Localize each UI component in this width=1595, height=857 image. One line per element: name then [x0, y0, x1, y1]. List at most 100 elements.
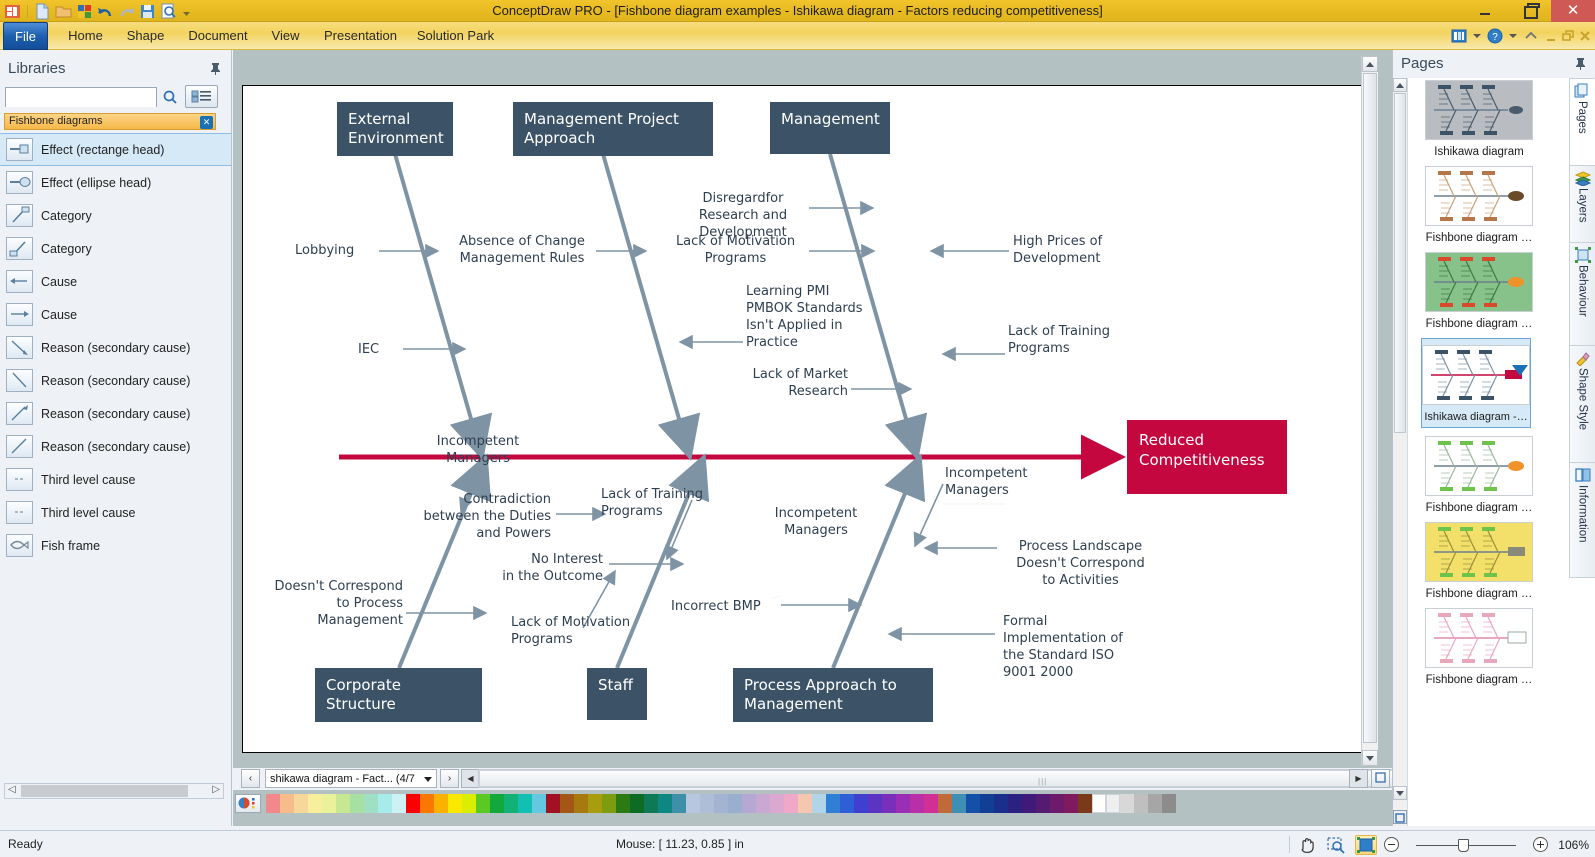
palette-swatch[interactable]	[980, 794, 994, 813]
search-icon[interactable]	[161, 87, 179, 107]
print-preview-icon[interactable]	[160, 3, 177, 20]
prev-page-button[interactable]: ‹	[241, 769, 260, 788]
scrollbar-thumb[interactable]	[21, 785, 188, 797]
page-thumbnail-3[interactable]: Ishikawa diagram -…	[1421, 338, 1531, 428]
pages-vertical-scrollbar[interactable]	[1393, 78, 1408, 826]
dock-tab-behaviour[interactable]: Behaviour	[1569, 242, 1595, 346]
palette-swatch[interactable]	[896, 794, 910, 813]
lbl-lack-training-bottom[interactable]: Lack of Training Programs	[601, 486, 721, 520]
palette-swatch[interactable]	[308, 794, 322, 813]
help-caret-icon[interactable]	[1509, 34, 1517, 38]
page-thumbnail-4[interactable]: Fishbone diagram …	[1409, 436, 1549, 514]
lbl-incompetent-2[interactable]: Incompetent Managers	[761, 505, 871, 539]
save-icon[interactable]	[139, 3, 156, 20]
color-picker-button[interactable]	[235, 794, 261, 813]
palette-swatch[interactable]	[1092, 794, 1106, 813]
palette-swatch[interactable]	[686, 794, 700, 813]
palette-swatch[interactable]	[280, 794, 294, 813]
palette-swatch[interactable]	[532, 794, 546, 813]
pages-view-toggle-button[interactable]	[1393, 810, 1407, 824]
page-thumbnail-6[interactable]: Fishbone diagram …	[1409, 608, 1549, 686]
document-page[interactable]: External Environment Management Project A…	[242, 85, 1369, 753]
chevron-down-icon[interactable]	[424, 777, 432, 782]
palette-swatch[interactable]	[1022, 794, 1036, 813]
libraries-pin-icon[interactable]	[210, 62, 221, 78]
cat-staff[interactable]: Staff	[587, 668, 647, 720]
cat-corporate-structure[interactable]: Corporate Structure	[315, 668, 482, 722]
palette-swatch[interactable]	[616, 794, 630, 813]
palette-swatch[interactable]	[728, 794, 742, 813]
lbl-doesnt-correspond-process[interactable]: Doesn't Correspond to Process Management	[253, 578, 403, 629]
palette-swatch[interactable]	[364, 794, 378, 813]
library-item-reason-secondary-cause[interactable]: Reason (secondary cause)	[0, 331, 231, 364]
lbl-lack-training-top[interactable]: Lack of Training Programs	[1008, 323, 1133, 357]
zoom-slider[interactable]	[1406, 837, 1526, 853]
lbl-process-landscape[interactable]: Process Landscape Doesn't Correspond to …	[1003, 538, 1158, 589]
palette-swatch[interactable]	[756, 794, 770, 813]
tab-home[interactable]: Home	[58, 22, 113, 50]
palette-swatch[interactable]	[868, 794, 882, 813]
lbl-absence-of-change[interactable]: Absence of Change Management Rules	[452, 233, 592, 267]
search-input[interactable]	[6, 89, 156, 107]
page-thumbnail-2[interactable]: Fishbone diagram …	[1409, 252, 1549, 330]
palette-swatch[interactable]	[1050, 794, 1064, 813]
dock-tab-layers[interactable]: Layers	[1569, 165, 1595, 243]
palette-swatch[interactable]	[644, 794, 658, 813]
scroll-down-button[interactable]	[1393, 786, 1407, 800]
palette-swatch[interactable]	[420, 794, 434, 813]
library-tab-fishbone-diagrams[interactable]: Fishbone diagrams ✕	[4, 113, 216, 130]
palette-swatch[interactable]	[350, 794, 364, 813]
scrollbar-thumb[interactable]	[1363, 73, 1377, 743]
scroll-right-icon[interactable]: ▷	[212, 784, 220, 795]
scroll-tabs-right-button[interactable]: ▶	[1349, 769, 1368, 788]
minimize-button[interactable]	[1463, 0, 1507, 22]
palette-swatch[interactable]	[1134, 794, 1148, 813]
solution-park-icon[interactable]	[76, 3, 93, 20]
palette-swatch[interactable]	[476, 794, 490, 813]
palette-swatch[interactable]	[336, 794, 350, 813]
palette-swatch[interactable]	[966, 794, 980, 813]
lbl-lobbying[interactable]: Lobbying	[295, 242, 375, 259]
library-item-effect-ellipse-head[interactable]: Effect (ellipse head)	[0, 166, 231, 199]
palette-swatch[interactable]	[882, 794, 896, 813]
page-selector[interactable]: shikawa diagram - Fact... (4/7	[265, 769, 437, 788]
palette-swatch[interactable]	[826, 794, 840, 813]
palette-swatch[interactable]	[854, 794, 868, 813]
library-item-effect-rectange-head[interactable]: Effect (rectange head)	[0, 133, 231, 166]
palette-swatch[interactable]	[1148, 794, 1162, 813]
palette-swatch[interactable]	[448, 794, 462, 813]
palette-swatch[interactable]	[770, 794, 784, 813]
palette-swatch[interactable]	[560, 794, 574, 813]
palette-swatch[interactable]	[602, 794, 616, 813]
palette-swatch[interactable]	[952, 794, 966, 813]
lbl-incorrect-bmp[interactable]: Incorrect BMP	[671, 598, 776, 615]
next-page-button[interactable]: ›	[440, 769, 459, 788]
canvas-viewport[interactable]: External Environment Management Project A…	[236, 56, 1378, 774]
collapse-ribbon-icon[interactable]	[1522, 27, 1540, 45]
palette-swatch[interactable]	[462, 794, 476, 813]
palette-swatch[interactable]	[490, 794, 504, 813]
palette-swatch[interactable]	[700, 794, 714, 813]
palette-swatch[interactable]	[406, 794, 420, 813]
library-item-category[interactable]: Category	[0, 199, 231, 232]
palette-swatch[interactable]	[434, 794, 448, 813]
palette-swatch[interactable]	[714, 794, 728, 813]
palette-swatch[interactable]	[630, 794, 644, 813]
library-item-reason-secondary-cause[interactable]: Reason (secondary cause)	[0, 364, 231, 397]
library-item-reason-secondary-cause[interactable]: Reason (secondary cause)	[0, 430, 231, 463]
lbl-iec[interactable]: IEC	[358, 341, 398, 358]
new-document-icon[interactable]	[34, 3, 51, 20]
tab-shape[interactable]: Shape	[118, 22, 173, 50]
library-item-cause[interactable]: Cause	[0, 298, 231, 331]
palette-swatch[interactable]	[322, 794, 336, 813]
cat-management[interactable]: Management	[770, 102, 890, 154]
scroll-left-icon[interactable]: ◁	[8, 784, 16, 795]
palette-swatch[interactable]	[784, 794, 798, 813]
close-button[interactable]: ✕	[1551, 0, 1595, 22]
lbl-incompetent-1[interactable]: Incompetent Managers	[423, 433, 533, 467]
palette-swatch[interactable]	[938, 794, 952, 813]
lbl-high-prices[interactable]: High Prices of Development	[1013, 233, 1133, 267]
library-item-fish-frame[interactable]: Fish frame	[0, 529, 231, 562]
libraries-horizontal-scrollbar[interactable]: ◁ ▷	[4, 783, 224, 799]
app-logo-icon[interactable]	[4, 3, 21, 20]
